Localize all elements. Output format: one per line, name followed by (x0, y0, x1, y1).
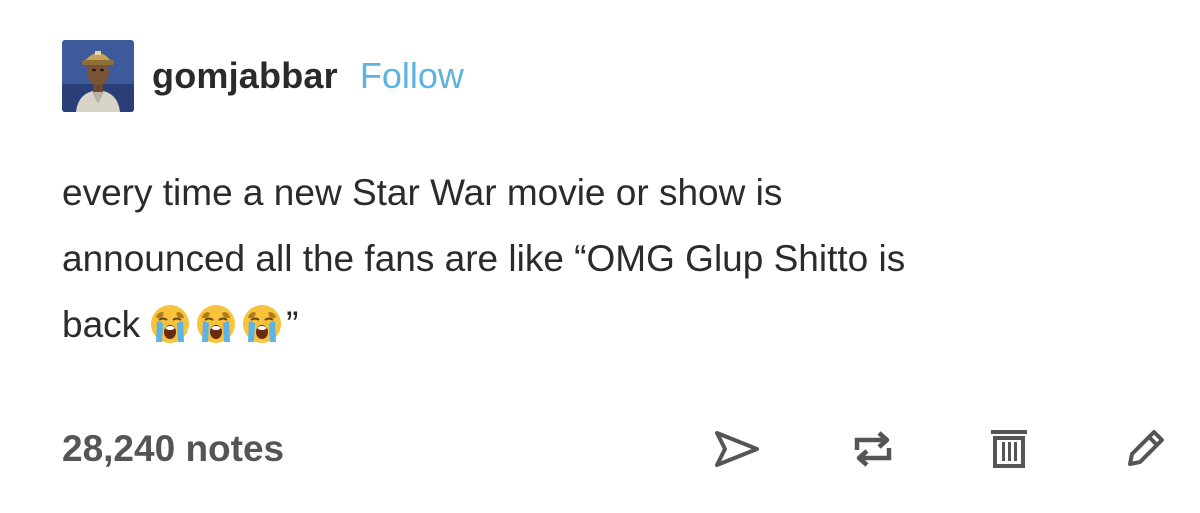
share-button[interactable] (710, 422, 764, 476)
delete-button[interactable] (982, 422, 1036, 476)
tumblr-post: gomjabbar Follow every time a new Star W… (0, 0, 1200, 513)
post-body: every time a new Star War movie or show … (62, 160, 1162, 358)
post-body-text: back (62, 304, 141, 345)
avatar[interactable] (62, 40, 134, 112)
reblog-icon (854, 431, 892, 467)
loudly-crying-face-icon (151, 305, 190, 343)
post-body-line: announced all the fans are like “OMG Glu… (62, 238, 906, 279)
pencil-icon (1128, 430, 1164, 466)
loudly-crying-face-icon (197, 305, 236, 343)
trash-icon (991, 430, 1027, 468)
post-actions (710, 422, 1172, 476)
username[interactable]: gomjabbar (152, 55, 338, 97)
paper-plane-icon (715, 431, 759, 467)
post-body-line: every time a new Star War movie or show … (62, 172, 783, 213)
post-body-line-last: back ” (62, 292, 1162, 358)
edit-button[interactable] (1118, 422, 1172, 476)
notes-count[interactable]: 28,240 notes (62, 428, 284, 470)
closing-quote: ” (286, 304, 299, 345)
emoji-group (140, 304, 286, 345)
follow-button[interactable]: Follow (360, 55, 464, 97)
reblog-button[interactable] (846, 422, 900, 476)
loudly-crying-face-icon (243, 305, 282, 343)
post-footer: 28,240 notes (62, 422, 1172, 478)
post-header: gomjabbar Follow (62, 40, 464, 112)
